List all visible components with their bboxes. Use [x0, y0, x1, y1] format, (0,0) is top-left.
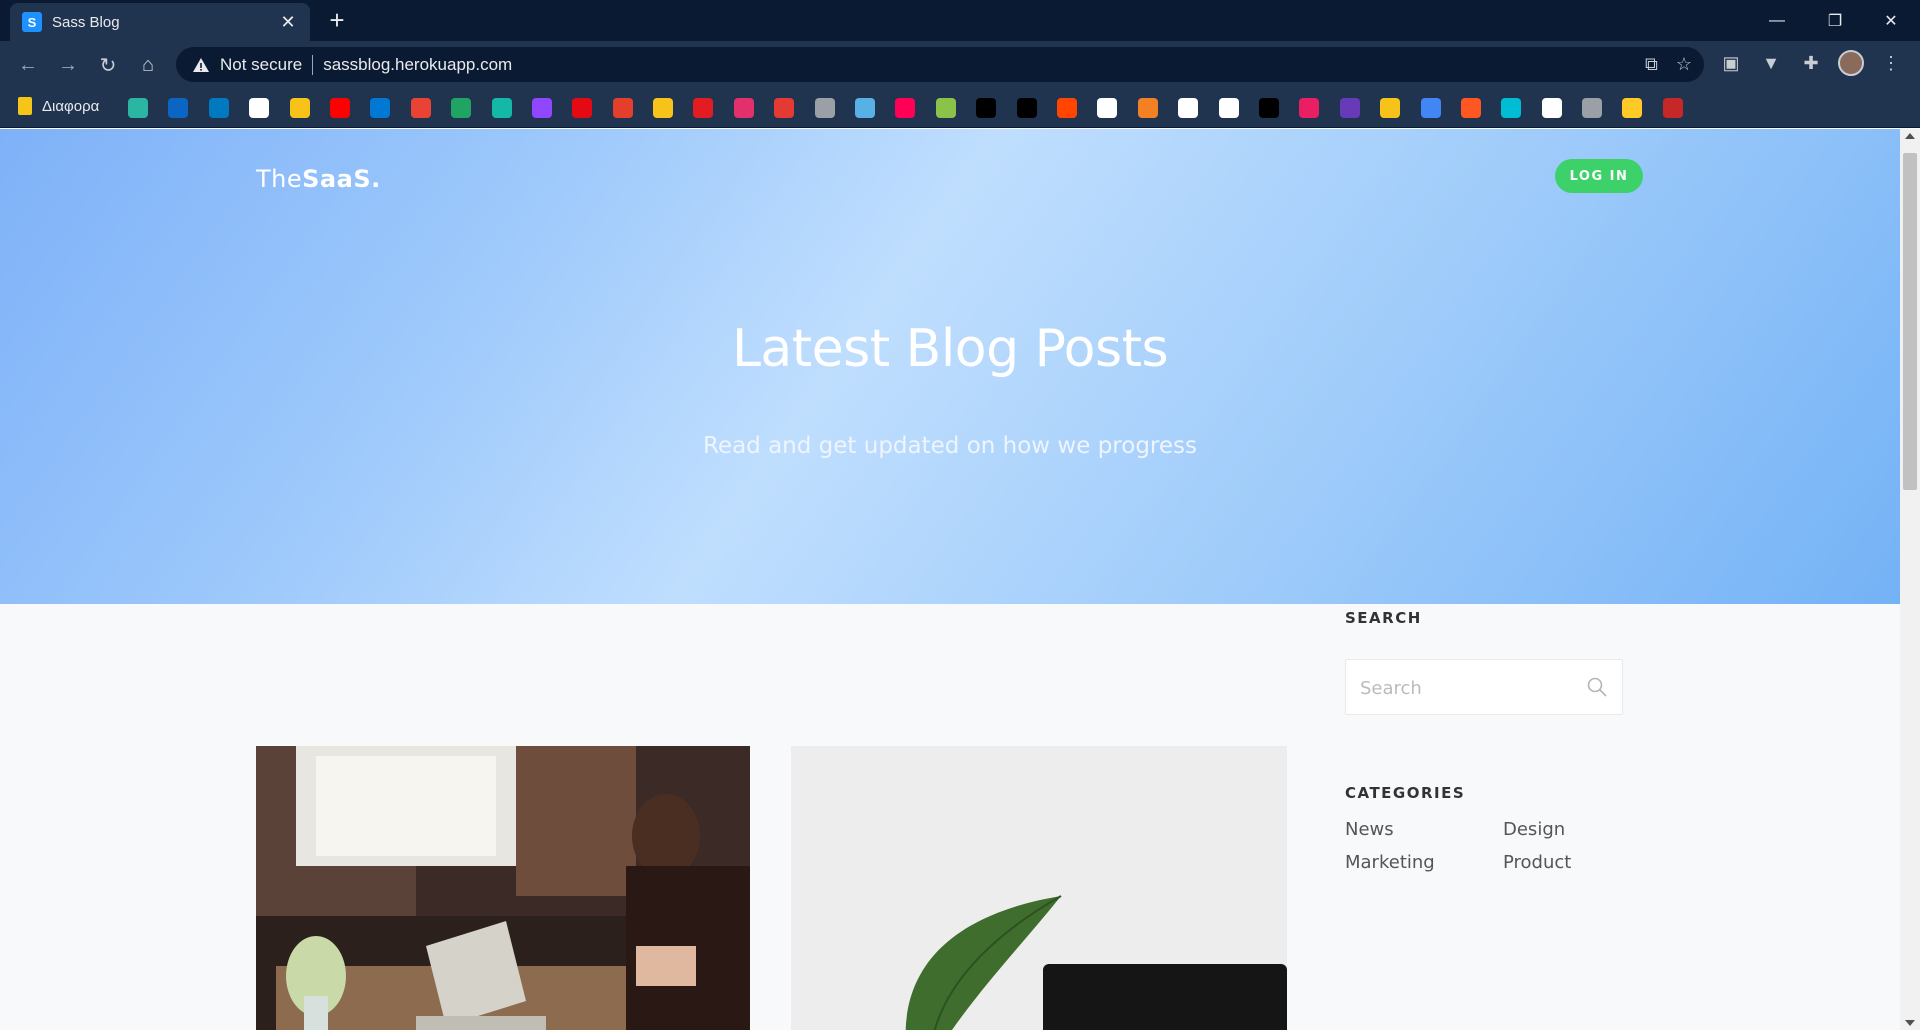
- reload-icon[interactable]: ↻: [94, 51, 122, 79]
- category-link-marketing[interactable]: Marketing: [1345, 852, 1435, 873]
- logo-bold-text: SaaS.: [302, 165, 381, 193]
- bookmark-favicon-icon[interactable]: [774, 98, 795, 118]
- bookmarks-bar: Διαφορα: [0, 88, 1920, 128]
- bookmark-favicon-icon[interactable]: [1339, 98, 1360, 118]
- home-icon[interactable]: ⌂: [134, 51, 162, 79]
- bookmark-favicon-icon[interactable]: [410, 98, 431, 118]
- new-tab-icon[interactable]: +: [322, 6, 352, 36]
- bookmark-favicon-icon[interactable]: [1582, 98, 1603, 118]
- bookmark-favicon-icon[interactable]: [733, 98, 754, 118]
- browser-toolbar: ← → ↻ ⌂ Not secure sassblog.herokuapp.co…: [0, 41, 1920, 88]
- bookmark-favicon-icon[interactable]: [653, 98, 674, 118]
- page-viewport: TheSaaS. LOG IN Latest Blog Posts Read a…: [0, 129, 1900, 1030]
- category-link-product[interactable]: Product: [1503, 852, 1571, 873]
- bookmark-favicon-icon[interactable]: [1501, 98, 1522, 118]
- bookmark-favicon-icon[interactable]: [208, 98, 229, 118]
- restore-icon[interactable]: ❐: [1812, 0, 1858, 41]
- bookmark-favicon-icon[interactable]: [1056, 98, 1077, 118]
- bookmark-folder-label: Διαφορα: [42, 97, 100, 115]
- search-icon[interactable]: [1586, 676, 1608, 698]
- bookmark-favicon-icon[interactable]: [370, 98, 391, 118]
- bookmark-favicon-icon[interactable]: [1420, 98, 1441, 118]
- profile-avatar[interactable]: [1838, 50, 1864, 76]
- bookmark-favicon-icon[interactable]: [1016, 98, 1037, 118]
- bookmark-favicon-icon[interactable]: [612, 98, 633, 118]
- url-separator: [312, 54, 314, 75]
- post-image-plant: [791, 746, 1287, 1030]
- blog-post-card-1[interactable]: [256, 746, 750, 1030]
- bookmark-favicon-icon[interactable]: [855, 98, 876, 118]
- forward-icon[interactable]: →: [54, 51, 82, 79]
- bookmark-favicon-icon[interactable]: [1097, 98, 1118, 118]
- extensions-puzzle-icon[interactable]: ✚: [1798, 50, 1824, 76]
- minimize-icon[interactable]: —: [1754, 0, 1800, 41]
- not-secure-label[interactable]: Not secure: [220, 55, 302, 75]
- bookmark-folder[interactable]: Διαφορα: [18, 97, 99, 115]
- bookmark-favicon-icon[interactable]: [814, 98, 835, 118]
- bookmark-favicon-icon[interactable]: [895, 98, 916, 118]
- bookmark-icons: [128, 98, 1703, 118]
- bookmark-favicon-icon[interactable]: [1380, 98, 1401, 118]
- reading-list-icon[interactable]: ▣: [1718, 50, 1744, 76]
- search-box: [1345, 659, 1623, 715]
- bookmark-favicon-icon[interactable]: [976, 98, 997, 118]
- bookmark-favicon-icon[interactable]: [693, 98, 714, 118]
- url-text[interactable]: sassblog.herokuapp.com: [323, 55, 512, 75]
- categories-heading: CATEGORIES: [1345, 784, 1466, 802]
- search-input[interactable]: [1360, 676, 1580, 700]
- scroll-up-arrow-icon[interactable]: [1905, 133, 1915, 139]
- translate-icon[interactable]: ⧉: [1645, 54, 1658, 75]
- logo-light-text: The: [256, 165, 303, 193]
- post-image-laptop: [256, 746, 750, 1030]
- hero-section: TheSaaS. LOG IN Latest Blog Posts Read a…: [0, 129, 1900, 604]
- bookmark-favicon-icon[interactable]: [1541, 98, 1562, 118]
- address-bar[interactable]: Not secure sassblog.herokuapp.com ⧉ ☆: [176, 47, 1704, 82]
- site-logo[interactable]: TheSaaS.: [256, 165, 381, 193]
- bookmark-favicon-icon[interactable]: [128, 98, 148, 118]
- back-icon[interactable]: ←: [14, 51, 42, 79]
- bookmark-favicon-icon[interactable]: [168, 98, 189, 118]
- category-link-design[interactable]: Design: [1503, 819, 1565, 840]
- bookmark-favicon-icon[interactable]: [1662, 98, 1683, 118]
- browser-titlebar: S Sass Blog ✕ + — ❐ ✕: [0, 0, 1920, 41]
- tab-title: Sass Blog: [52, 13, 120, 31]
- bookmark-favicon-icon[interactable]: [491, 98, 512, 118]
- bookmark-favicon-icon[interactable]: [1178, 98, 1199, 118]
- scroll-down-arrow-icon[interactable]: [1905, 1020, 1915, 1026]
- bookmark-favicon-icon[interactable]: [1299, 98, 1320, 118]
- menu-kebab-icon[interactable]: ⋮: [1878, 50, 1904, 76]
- warning-icon[interactable]: [192, 57, 210, 73]
- vuetify-extension-icon[interactable]: ▼: [1758, 50, 1784, 76]
- bookmark-favicon-icon[interactable]: [1258, 98, 1279, 118]
- bookmark-favicon-icon[interactable]: [289, 98, 310, 118]
- page-scrollbar[interactable]: [1900, 129, 1920, 1030]
- bookmark-favicon-icon[interactable]: [935, 98, 956, 118]
- page-subtitle: Read and get updated on how we progress: [702, 433, 1197, 459]
- bookmark-favicon-icon[interactable]: [1218, 98, 1239, 118]
- bookmark-favicon-icon[interactable]: [572, 98, 593, 118]
- tab-close-icon[interactable]: ✕: [278, 12, 298, 33]
- bookmark-favicon-icon[interactable]: [451, 98, 472, 118]
- bookmark-favicon-icon[interactable]: [1622, 98, 1643, 118]
- bookmark-favicon-icon[interactable]: [1137, 98, 1158, 118]
- bookmark-star-icon[interactable]: ☆: [1676, 54, 1692, 75]
- bookmark-favicon-icon[interactable]: [531, 98, 552, 118]
- folder-icon: [18, 97, 32, 115]
- blog-post-card-2[interactable]: [791, 746, 1287, 1030]
- category-link-news[interactable]: News: [1345, 819, 1394, 840]
- page-title: Latest Blog Posts: [731, 319, 1169, 379]
- bookmark-favicon-icon[interactable]: [1460, 98, 1481, 118]
- bookmark-favicon-icon[interactable]: [249, 98, 270, 118]
- scroll-thumb[interactable]: [1903, 153, 1917, 490]
- search-heading: SEARCH: [1345, 609, 1422, 627]
- tab-favicon-icon: S: [22, 12, 42, 32]
- login-button[interactable]: LOG IN: [1555, 159, 1643, 193]
- close-window-icon[interactable]: ✕: [1868, 0, 1914, 41]
- browser-tab[interactable]: S Sass Blog ✕: [10, 3, 310, 41]
- bookmark-favicon-icon[interactable]: [329, 98, 350, 118]
